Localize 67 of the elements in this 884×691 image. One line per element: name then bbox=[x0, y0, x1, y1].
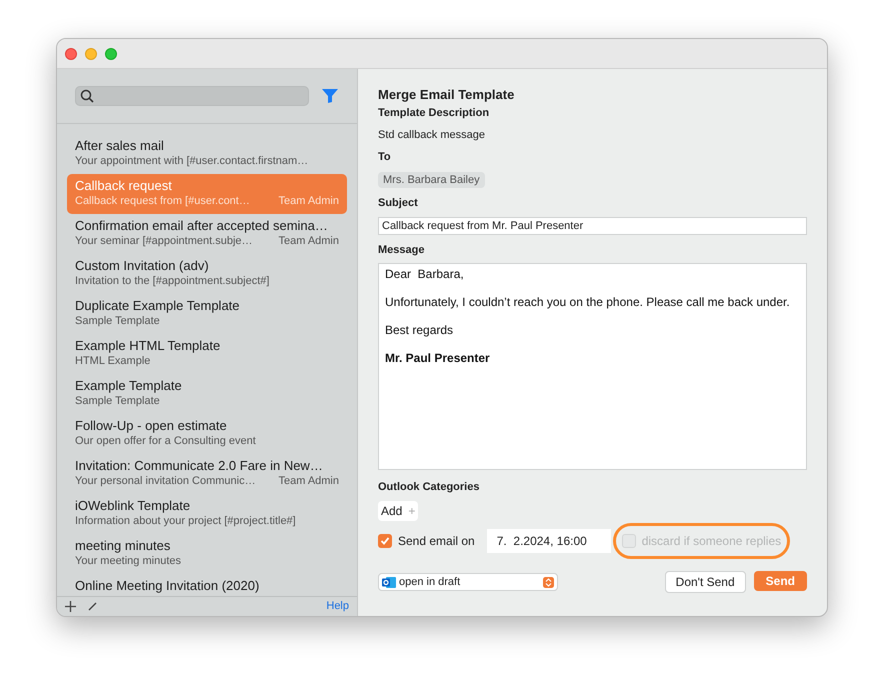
item-subtitle: Your appointment with [#user.contact.firstnam… bbox=[75, 154, 308, 168]
checkmark-icon bbox=[380, 536, 390, 546]
message-line: Mr. Paul Presenter bbox=[385, 350, 491, 367]
item-title: After sales mail bbox=[75, 138, 165, 154]
item-title: Custom Invitation (adv) bbox=[75, 258, 210, 274]
mail-app-icon bbox=[382, 576, 396, 588]
item-title: Duplicate Example Template bbox=[75, 298, 241, 314]
send-on-checkbox[interactable]: Send email on bbox=[378, 534, 475, 548]
item-title: Invitation: Communicate 2.0 Fare in New… bbox=[75, 458, 324, 474]
item-title: Example HTML Template bbox=[75, 338, 222, 354]
template-item[interactable]: meeting minutes Your meeting minutes bbox=[67, 534, 347, 574]
item-title: Follow-Up - open estimate bbox=[75, 418, 228, 434]
item-owner: Team Admin bbox=[278, 474, 339, 488]
recipient-token[interactable]: Mrs. Barbara Bailey bbox=[378, 172, 485, 188]
close-button[interactable] bbox=[65, 48, 77, 60]
template-item[interactable]: Follow-Up - open estimate Our open offer for a Consulting event bbox=[67, 414, 347, 454]
search-icon bbox=[80, 89, 94, 103]
template-item[interactable]: Invitation: Communicate 2.0 Fare in New… Your personal invitation Communic… Team Admin bbox=[67, 454, 347, 494]
template-item[interactable]: Online Meeting Invitation (2020) bbox=[67, 574, 347, 596]
pencil-icon[interactable] bbox=[88, 602, 97, 611]
item-subtitle: Our open offer for a Consulting event bbox=[75, 434, 256, 448]
field-label: Message bbox=[378, 243, 426, 257]
field-label: Subject bbox=[378, 196, 419, 210]
item-title: iOWeblink Template bbox=[75, 498, 192, 514]
item-subtitle: Information about your project [#project.title#] bbox=[75, 514, 296, 528]
mode-dropdown[interactable]: open in draft bbox=[378, 573, 558, 591]
item-title: Callback request bbox=[75, 178, 173, 194]
item-subtitle: Your meeting minutes bbox=[75, 554, 181, 568]
template-item[interactable]: Example HTML Template HTML Example bbox=[67, 334, 347, 374]
template-item[interactable]: iOWeblink Template Information about your project [#project.title#] bbox=[67, 494, 347, 534]
item-title: Online Meeting Invitation (2020) bbox=[75, 578, 260, 594]
field-label: To bbox=[378, 150, 392, 164]
item-owner: Team Admin bbox=[278, 234, 339, 248]
item-owner: Team Admin bbox=[278, 194, 339, 208]
item-subtitle: Callback request from [#user.cont… bbox=[75, 194, 250, 208]
add-icon[interactable] bbox=[65, 601, 76, 612]
item-subtitle: Sample Template bbox=[75, 394, 160, 408]
minimize-button[interactable] bbox=[85, 48, 97, 60]
message-editor[interactable]: Dear Barbara, Unfortunately, I couldn’t reach you on the phone. Please call me back under. Best regards Mr. Paul Presenter bbox=[378, 263, 807, 470]
template-description: Std callback message bbox=[378, 128, 486, 142]
item-subtitle: Invitation to the [#appointment.subject#] bbox=[75, 274, 270, 288]
field-label: Template Description bbox=[378, 106, 490, 120]
item-subtitle: Your personal invitation Communic… bbox=[75, 474, 256, 488]
template-item[interactable]: Custom Invitation (adv) Invitation to the [#appointment.subject#] bbox=[67, 254, 347, 294]
template-item[interactable]: After sales mail Your appointment with [#user.contact.firstnam… bbox=[67, 134, 347, 174]
message-line: Dear Barbara, bbox=[385, 266, 465, 283]
form-title: Merge Email Template bbox=[378, 87, 516, 103]
template-item[interactable]: Confirmation email after accepted semina… Your seminar [#appointment.subje… Team Admin bbox=[67, 214, 347, 254]
dont-send-button[interactable]: Don't Send bbox=[664, 571, 746, 593]
filter-icon[interactable] bbox=[321, 88, 339, 104]
item-subtitle: Sample Template bbox=[75, 314, 160, 328]
template-item[interactable]: Duplicate Example Template Sample Template bbox=[67, 294, 347, 334]
subject-field[interactable]: Callback request from Mr. Paul Presenter bbox=[378, 217, 807, 235]
add-category-button[interactable]: Add + bbox=[378, 501, 418, 521]
date-time-field[interactable]: 7. 2.2024, 16:00 bbox=[486, 529, 611, 553]
item-title: meeting minutes bbox=[75, 538, 172, 554]
message-line: Unfortunately, I couldn’t reach you on the phone. Please call me back under. bbox=[385, 294, 791, 311]
item-title: Confirmation email after accepted semina… bbox=[75, 218, 329, 234]
zoom-button[interactable] bbox=[105, 48, 117, 60]
item-subtitle: HTML Example bbox=[75, 354, 150, 368]
stepper-icon bbox=[543, 576, 554, 588]
item-subtitle: Your seminar [#appointment.subje… bbox=[75, 234, 253, 248]
item-title: Example Template bbox=[75, 378, 183, 394]
search-field[interactable] bbox=[75, 86, 309, 106]
template-item[interactable]: Example Template Sample Template bbox=[67, 374, 347, 414]
field-label: Outlook Categories bbox=[378, 480, 480, 494]
message-line: Best regards bbox=[385, 322, 454, 339]
